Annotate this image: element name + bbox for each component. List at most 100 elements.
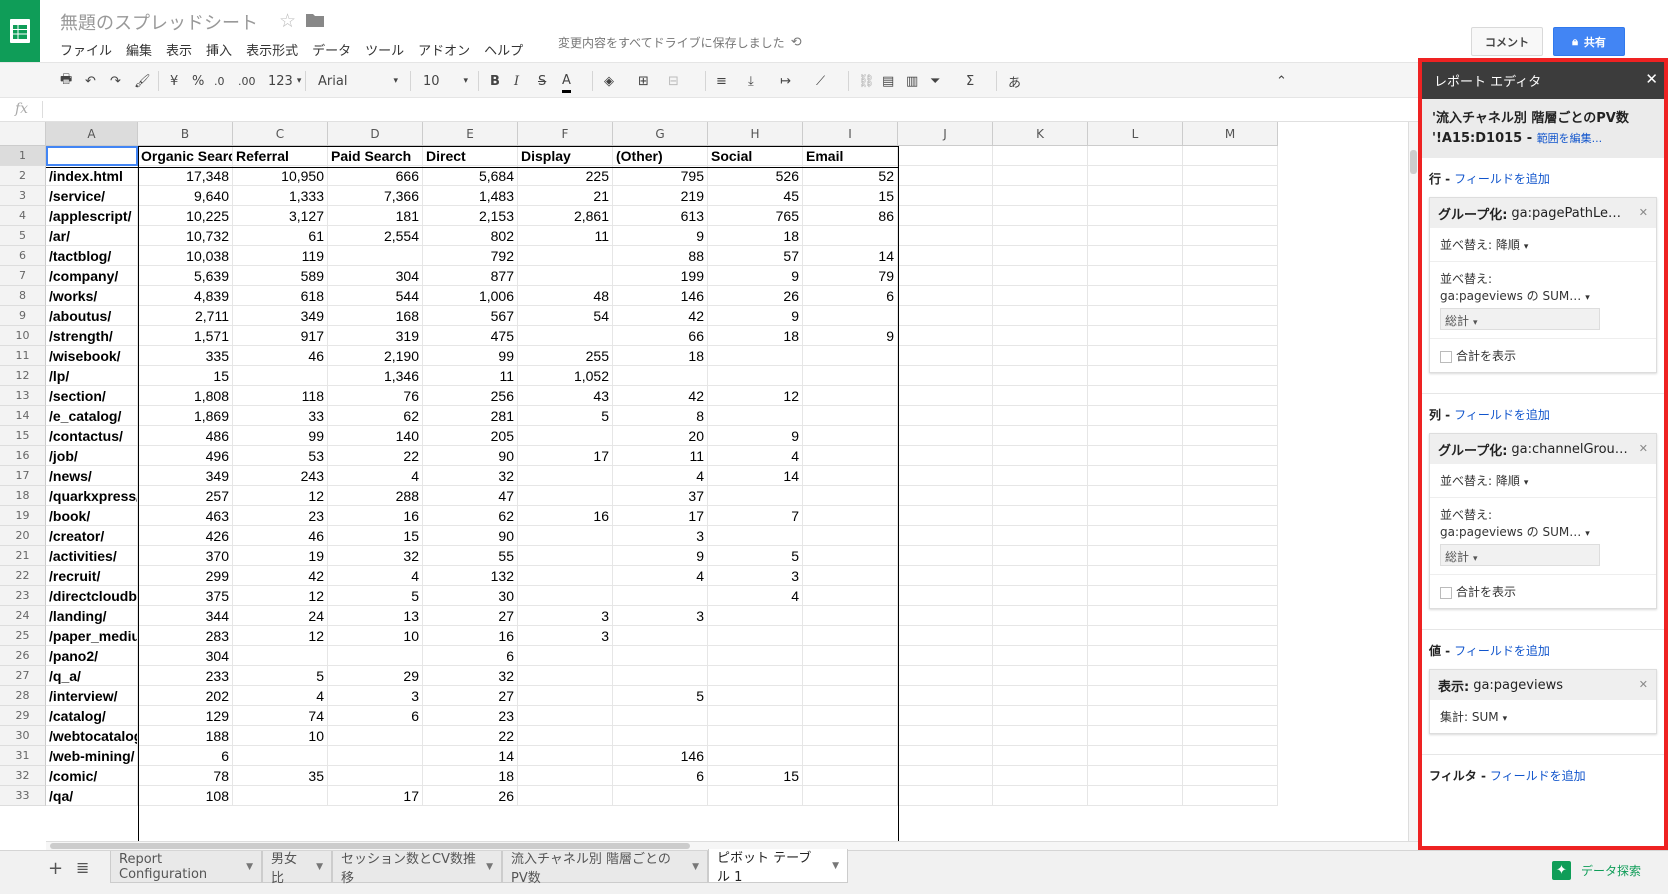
pivot-value-cell[interactable] [1183, 706, 1278, 726]
explore-button[interactable]: ✦ データ探索 [1552, 861, 1641, 880]
column-header-E[interactable]: E [423, 122, 518, 146]
pivot-value-cell[interactable] [993, 386, 1088, 406]
pivot-value-cell[interactable] [898, 526, 993, 546]
pivot-value-cell[interactable] [1183, 586, 1278, 606]
pivot-row-label-cell[interactable]: /company/ [46, 266, 138, 286]
pivot-value-cell[interactable] [1183, 626, 1278, 646]
pivot-row-label-cell[interactable]: /directcloudbox/ [46, 586, 138, 606]
row-header[interactable]: 19 [0, 506, 46, 526]
row-header[interactable]: 33 [0, 786, 46, 806]
menu-view[interactable]: 表示 [166, 40, 192, 59]
pivot-value-cell[interactable] [1088, 686, 1183, 706]
pivot-row-label-cell[interactable]: /quarkxpress/ [46, 486, 138, 506]
pivot-value-cell[interactable] [1088, 766, 1183, 786]
pivot-value-cell[interactable] [898, 306, 993, 326]
pivot-value-cell[interactable] [1088, 246, 1183, 266]
pivot-row-label-cell[interactable]: /qa/ [46, 786, 138, 806]
col-show-total-checkbox[interactable] [1440, 586, 1452, 599]
pivot-header-cell[interactable] [1088, 146, 1183, 166]
pivot-value-cell[interactable] [993, 346, 1088, 366]
font-size-select[interactable]: 10 ▾ [423, 71, 468, 91]
chevron-down-icon[interactable]: ▼ [486, 862, 493, 872]
horizontal-align-icon[interactable]: ≡ [716, 71, 727, 91]
pivot-value-cell[interactable] [898, 466, 993, 486]
row-header[interactable]: 4 [0, 206, 46, 226]
column-header-J[interactable]: J [898, 122, 993, 146]
folder-icon[interactable] [305, 12, 325, 28]
pivot-value-cell[interactable] [1183, 786, 1278, 806]
pivot-value-cell[interactable] [898, 246, 993, 266]
menu-data[interactable]: データ [312, 40, 351, 59]
column-header-K[interactable]: K [993, 122, 1088, 146]
sheet-tab[interactable]: ピボット テーブル 1 ▼ [708, 849, 848, 885]
column-header-H[interactable]: H [708, 122, 803, 146]
pivot-value-cell[interactable] [898, 206, 993, 226]
pivot-value-cell[interactable] [993, 206, 1088, 226]
pivot-value-cell[interactable] [1088, 666, 1183, 686]
pivot-value-cell[interactable] [1088, 726, 1183, 746]
row-header[interactable]: 3 [0, 186, 46, 206]
pivot-row-label-cell[interactable]: /recruit/ [46, 566, 138, 586]
pivot-value-cell[interactable] [898, 166, 993, 186]
pivot-value-cell[interactable] [1183, 446, 1278, 466]
pivot-row-label-cell[interactable]: /e_catalog/ [46, 406, 138, 426]
pivot-value-cell[interactable] [1088, 486, 1183, 506]
chevron-down-icon[interactable]: ▼ [246, 862, 253, 872]
filter-icon[interactable]: ⏷ [930, 71, 940, 91]
pivot-row-label-cell[interactable]: /catalog/ [46, 706, 138, 726]
pivot-row-label-cell[interactable]: /book/ [46, 506, 138, 526]
pivot-value-cell[interactable] [898, 426, 993, 446]
row-header[interactable]: 21 [0, 546, 46, 566]
row-header[interactable]: 15 [0, 426, 46, 446]
row-header[interactable]: 5 [0, 226, 46, 246]
row-header[interactable]: 25 [0, 626, 46, 646]
pivot-row-label-cell[interactable]: /service/ [46, 186, 138, 206]
pivot-row-label-cell[interactable]: /activities/ [46, 546, 138, 566]
menu-tools[interactable]: ツール [365, 40, 404, 59]
comment-icon[interactable]: ▤ [882, 71, 894, 91]
vertical-align-icon[interactable]: ⤓ [748, 71, 754, 91]
row-header[interactable]: 9 [0, 306, 46, 326]
close-icon[interactable]: ✕ [1645, 70, 1658, 88]
pivot-value-cell[interactable] [898, 346, 993, 366]
pivot-value-cell[interactable] [1088, 626, 1183, 646]
pivot-value-cell[interactable] [993, 666, 1088, 686]
add-col-field-link[interactable]: フィールドを追加 [1454, 408, 1550, 422]
pivot-value-cell[interactable] [1088, 646, 1183, 666]
pivot-value-cell[interactable] [1088, 166, 1183, 186]
pivot-value-cell[interactable] [993, 486, 1088, 506]
pivot-value-cell[interactable] [993, 586, 1088, 606]
column-header-D[interactable]: D [328, 122, 423, 146]
pivot-value-cell[interactable] [993, 646, 1088, 666]
paint-format-icon[interactable]: 🖌︎ [134, 71, 151, 91]
col-sortby-value[interactable]: ga:pageviews の SUM… [1440, 525, 1581, 539]
pivot-value-cell[interactable] [993, 606, 1088, 626]
more-formats-button[interactable]: 123 ▾ [268, 71, 301, 91]
pivot-value-cell[interactable] [1088, 426, 1183, 446]
pivot-value-cell[interactable] [993, 226, 1088, 246]
pivot-value-cell[interactable] [993, 546, 1088, 566]
all-sheets-icon[interactable]: ≣ [76, 858, 89, 877]
pivot-value-cell[interactable] [1088, 746, 1183, 766]
pivot-value-cell[interactable] [993, 306, 1088, 326]
pivot-row-label-cell[interactable]: /lp/ [46, 366, 138, 386]
row-header[interactable]: 2 [0, 166, 46, 186]
pivot-value-cell[interactable] [993, 506, 1088, 526]
pivot-header-cell[interactable] [1183, 146, 1278, 166]
currency-format-button[interactable]: ¥ [170, 71, 178, 91]
pivot-row-label-cell[interactable]: /paper_medium/ [46, 626, 138, 646]
pivot-value-cell[interactable] [898, 666, 993, 686]
row-header[interactable]: 29 [0, 706, 46, 726]
pivot-value-cell[interactable] [898, 786, 993, 806]
column-header-B[interactable]: B [138, 122, 233, 146]
pivot-value-cell[interactable] [993, 366, 1088, 386]
pivot-value-cell[interactable] [1183, 606, 1278, 626]
pivot-row-label-cell[interactable]: /ar/ [46, 226, 138, 246]
pivot-value-cell[interactable] [993, 446, 1088, 466]
save-status[interactable]: 変更内容をすべてドライブに保存しました ⟲ [558, 34, 802, 51]
pivot-row-label-cell[interactable]: /q_a/ [46, 666, 138, 686]
pivot-value-cell[interactable] [1183, 746, 1278, 766]
pivot-value-cell[interactable] [1183, 306, 1278, 326]
column-header-I[interactable]: I [803, 122, 898, 146]
pivot-value-cell[interactable] [993, 186, 1088, 206]
